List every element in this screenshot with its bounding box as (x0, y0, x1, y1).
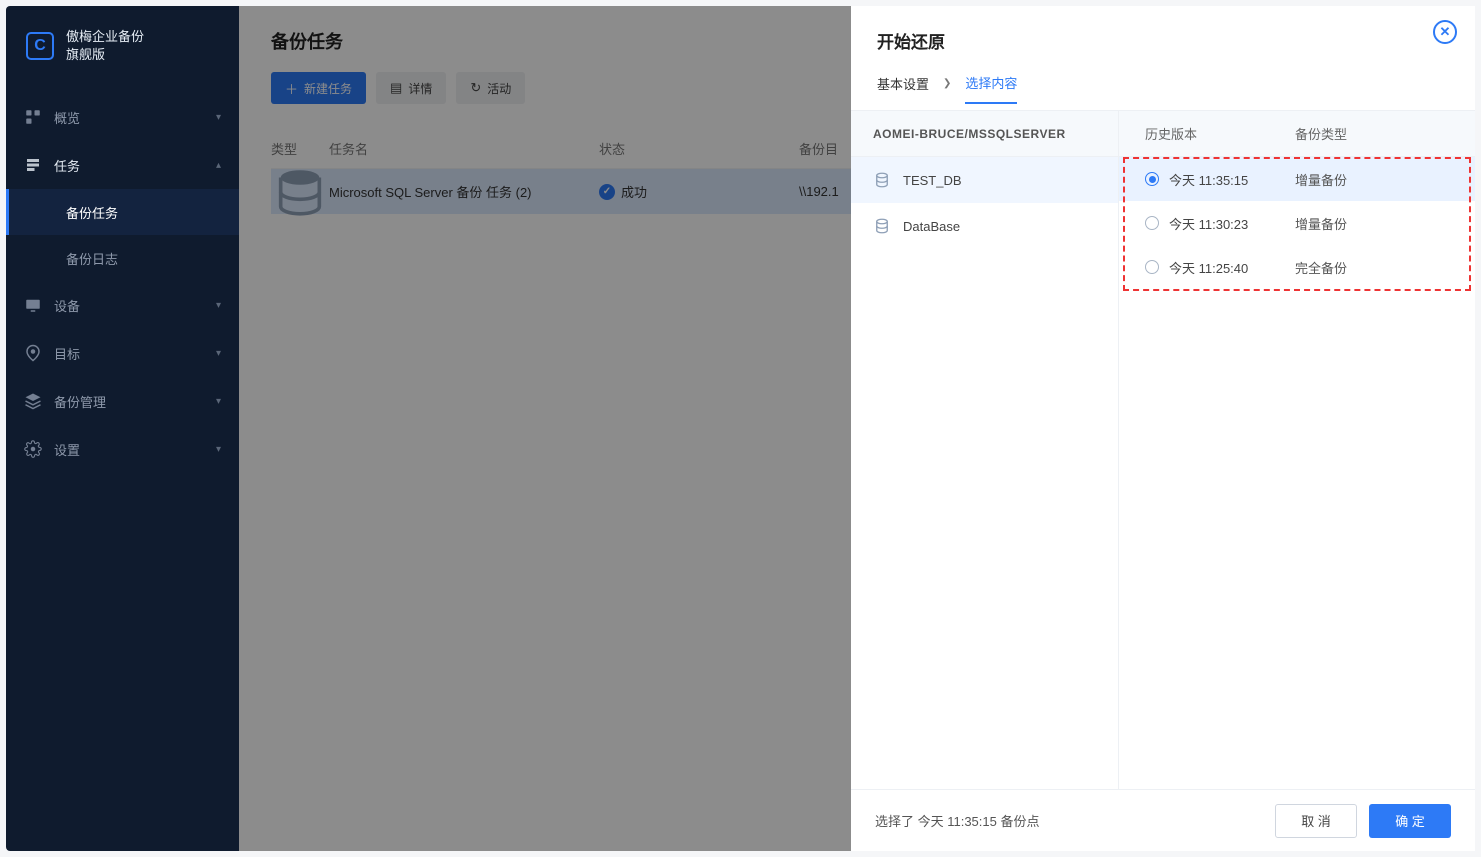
nav-overview[interactable]: 概览 ▾ (6, 93, 239, 141)
nav-backup-mgmt[interactable]: 备份管理 ▾ (6, 377, 239, 425)
close-button[interactable]: ✕ (1433, 20, 1457, 44)
version-time: 今天 11:30:23 (1169, 214, 1295, 233)
nav-label: 任务 (54, 156, 80, 175)
radio-icon (1145, 260, 1159, 274)
version-type: 增量备份 (1295, 214, 1347, 233)
panel-body: AOMEI-BRUCE/MSSQLSERVER TEST_DB DataBase (851, 111, 1475, 789)
source-path: AOMEI-BRUCE/MSSQLSERVER (851, 111, 1118, 157)
subnav-label: 备份日志 (66, 249, 118, 268)
subnav-backup-logs[interactable]: 备份日志 (6, 235, 239, 281)
versions-list: 今天 11:35:15 增量备份 今天 11:30:23 增量备份 今天 11:… (1119, 157, 1475, 289)
database-icon (873, 217, 891, 235)
header-type: 备份类型 (1295, 124, 1347, 143)
nav-label: 备份管理 (54, 392, 106, 411)
panel-title: 开始还原 (877, 28, 1449, 53)
nav-label: 概览 (54, 108, 80, 127)
close-icon: ✕ (1440, 24, 1451, 40)
radio-selected-icon (1145, 172, 1159, 186)
version-type: 增量备份 (1295, 170, 1347, 189)
cancel-button[interactable]: 取 消 (1275, 804, 1357, 838)
wizard-step-basic[interactable]: 基本设置 (877, 74, 929, 93)
chevron-up-icon: ▴ (216, 160, 221, 171)
chevron-down-icon: ▾ (216, 112, 221, 123)
main-content: 备份任务 ＋新建任务 ▤详情 ↻活动 类型 任务名 状态 备份目 Micr (239, 6, 1475, 851)
nav-devices[interactable]: 设备 ▾ (6, 281, 239, 329)
brand-line1: 傲梅企业备份 (66, 28, 144, 46)
nav-label: 目标 (54, 344, 80, 363)
version-item[interactable]: 今天 11:25:40 完全备份 (1119, 245, 1475, 289)
nav-targets[interactable]: 目标 ▾ (6, 329, 239, 377)
nav-settings[interactable]: 设置 ▾ (6, 425, 239, 473)
radio-icon (1145, 216, 1159, 230)
version-time: 今天 11:25:40 (1169, 258, 1295, 277)
panel-header: 开始还原 ✕ 基本设置 ❯ 选择内容 (851, 6, 1475, 110)
nav-tasks[interactable]: 任务 ▴ (6, 141, 239, 189)
devices-icon (24, 296, 42, 314)
chevron-down-icon: ▾ (216, 300, 221, 311)
database-item[interactable]: DataBase (851, 203, 1118, 249)
version-item[interactable]: 今天 11:35:15 增量备份 (1119, 157, 1475, 201)
panel-footer: 选择了 今天 11:35:15 备份点 取 消 确 定 (851, 789, 1475, 851)
chevron-down-icon: ▾ (216, 396, 221, 407)
brand-logo-icon: C (26, 32, 54, 60)
overview-icon (24, 108, 42, 126)
database-icon (873, 171, 891, 189)
backup-mgmt-icon (24, 392, 42, 410)
subnav-label: 备份任务 (66, 203, 118, 222)
database-item[interactable]: TEST_DB (851, 157, 1118, 203)
button-label: 确 定 (1395, 814, 1425, 829)
button-label: 取 消 (1301, 814, 1331, 829)
targets-icon (24, 344, 42, 362)
version-time: 今天 11:35:15 (1169, 170, 1295, 189)
tasks-icon (24, 156, 42, 174)
subnav-backup-tasks[interactable]: 备份任务 (6, 189, 239, 235)
database-name: TEST_DB (903, 173, 962, 188)
brand-line2: 旗舰版 (66, 46, 144, 64)
brand: C 傲梅企业备份 旗舰版 (6, 6, 239, 93)
nav-label: 设备 (54, 296, 80, 315)
version-item[interactable]: 今天 11:30:23 增量备份 (1119, 201, 1475, 245)
chevron-down-icon: ▾ (216, 444, 221, 455)
nav-tasks-sub: 备份任务 备份日志 (6, 189, 239, 281)
sidebar: C 傲梅企业备份 旗舰版 概览 ▾ 任务 ▴ 备份任务 备份日志 (6, 6, 239, 851)
database-column: AOMEI-BRUCE/MSSQLSERVER TEST_DB DataBase (851, 111, 1119, 789)
confirm-button[interactable]: 确 定 (1369, 804, 1451, 838)
chevron-down-icon: ▾ (216, 348, 221, 359)
header-version: 历史版本 (1145, 124, 1295, 143)
wizard-steps: 基本设置 ❯ 选择内容 (877, 73, 1449, 102)
restore-panel: 开始还原 ✕ 基本设置 ❯ 选择内容 AOMEI-BRUCE/MSSQLSERV… (851, 6, 1475, 851)
versions-column: 历史版本 备份类型 今天 11:35:15 增量备份 今天 11:30:23 增… (1119, 111, 1475, 789)
wizard-step-select[interactable]: 选择内容 (965, 73, 1017, 104)
database-name: DataBase (903, 219, 960, 234)
gear-icon (24, 440, 42, 458)
footer-selection-info: 选择了 今天 11:35:15 备份点 (875, 811, 1039, 830)
nav-label: 设置 (54, 440, 80, 459)
chevron-right-icon: ❯ (943, 78, 951, 89)
version-type: 完全备份 (1295, 258, 1347, 277)
versions-header: 历史版本 备份类型 (1119, 111, 1475, 157)
